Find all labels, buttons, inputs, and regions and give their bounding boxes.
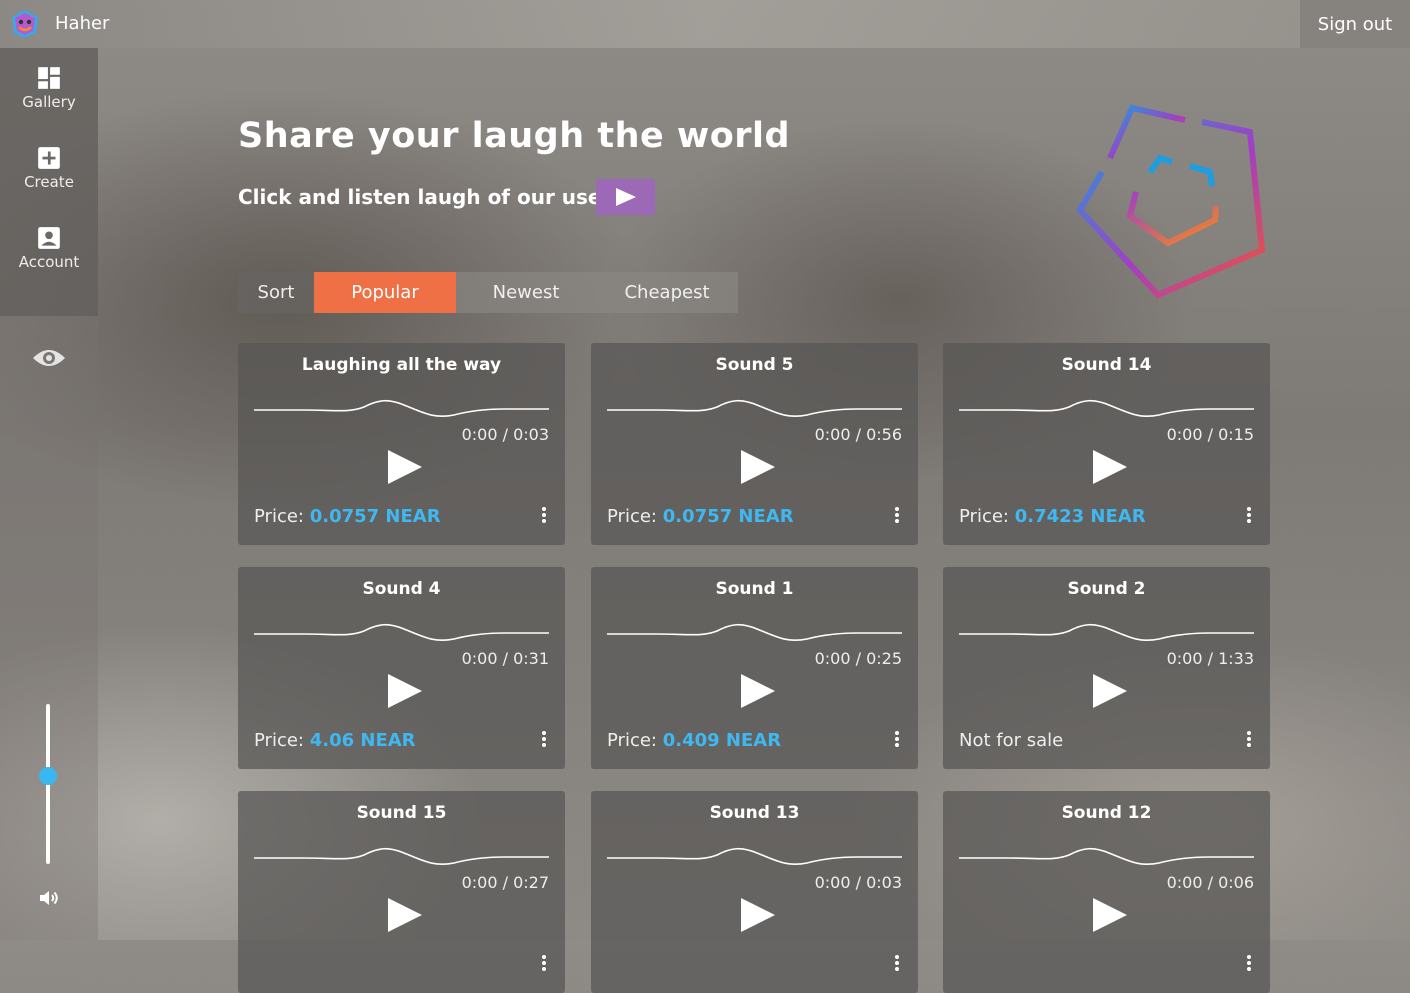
sound-time: 0:00 / 0:31 — [461, 649, 549, 668]
price-label: Price: — [607, 730, 663, 751]
waveform[interactable] — [254, 843, 549, 873]
waveform[interactable] — [959, 619, 1254, 649]
waveform[interactable] — [607, 843, 902, 873]
waveform[interactable] — [254, 619, 549, 649]
play-icon[interactable] — [739, 449, 777, 485]
more-options-icon[interactable] — [890, 955, 904, 975]
sound-card: Sound 1 0:00 / 0:25 Price: 0.409 NEAR — [591, 567, 918, 769]
sort-option-popular[interactable]: Popular — [314, 272, 456, 313]
more-options-icon[interactable] — [537, 731, 551, 751]
sound-price: Not for sale — [959, 730, 1063, 751]
waveform[interactable] — [607, 395, 902, 425]
more-options-icon[interactable] — [1242, 507, 1256, 527]
sound-title: Sound 5 — [715, 355, 794, 375]
sound-time: 0:00 / 0:27 — [461, 873, 549, 892]
sound-title: Sound 13 — [709, 803, 800, 823]
more-options-icon[interactable] — [1242, 731, 1256, 751]
sound-time: 0:00 / 0:25 — [814, 649, 902, 668]
more-options-icon[interactable] — [1242, 955, 1256, 975]
sound-card: Sound 4 0:00 / 0:31 Price: 4.06 NEAR — [238, 567, 565, 769]
sound-card: Sound 15 0:00 / 0:27 — [238, 791, 565, 993]
gallery-icon — [38, 67, 60, 89]
more-options-icon[interactable] — [537, 507, 551, 527]
play-icon[interactable] — [1091, 449, 1129, 485]
app-name: Haher — [55, 13, 110, 34]
eye-icon[interactable] — [32, 345, 66, 371]
play-icon[interactable] — [1091, 897, 1129, 933]
sound-title: Sound 2 — [1067, 579, 1146, 599]
sidebar-item-create[interactable]: Create — [0, 128, 98, 208]
sidebar-item-account[interactable]: Account — [0, 208, 98, 288]
sound-title: Sound 4 — [362, 579, 441, 599]
price-label: Price: — [254, 730, 310, 751]
price-label: Price: — [254, 506, 310, 527]
sound-card: Sound 12 0:00 / 0:06 — [943, 791, 1270, 993]
sound-card: Sound 2 0:00 / 1:33 Not for sale — [943, 567, 1270, 769]
more-options-icon[interactable] — [890, 731, 904, 751]
sound-title: Sound 1 — [715, 579, 794, 599]
play-icon — [616, 188, 636, 206]
play-icon[interactable] — [386, 449, 424, 485]
play-icon[interactable] — [386, 897, 424, 933]
sort-bar: Sort Popular Newest Cheapest — [238, 272, 738, 313]
sound-time: 0:00 / 0:56 — [814, 425, 902, 444]
sidebar: Gallery Create Account — [0, 48, 98, 940]
play-icon[interactable] — [739, 897, 777, 933]
sidebar-item-gallery[interactable]: Gallery — [0, 48, 98, 128]
more-options-icon[interactable] — [890, 507, 904, 527]
volume-icon[interactable] — [37, 886, 61, 910]
random-laugh-play-button[interactable] — [596, 179, 655, 215]
waveform[interactable] — [959, 843, 1254, 873]
sound-time: 0:00 / 0:15 — [1166, 425, 1254, 444]
sidebar-item-label: Create — [24, 173, 74, 191]
sidebar-item-label: Gallery — [22, 93, 76, 111]
play-icon[interactable] — [386, 673, 424, 709]
sound-price: Price: 0.0757 NEAR — [607, 506, 794, 527]
price-value: 0.7423 NEAR — [1014, 506, 1146, 527]
hero-subtitle: Click and listen laugh of our users — [238, 185, 624, 209]
waveform[interactable] — [607, 619, 902, 649]
sound-card: Sound 14 0:00 / 0:15 Price: 0.7423 NEAR — [943, 343, 1270, 545]
plus-icon — [38, 147, 60, 169]
sound-time: 0:00 / 0:06 — [1166, 873, 1254, 892]
app-logo-icon[interactable] — [9, 8, 41, 40]
sound-card: Laughing all the way 0:00 / 0:03 Price: … — [238, 343, 565, 545]
price-label: Price: — [959, 506, 1015, 527]
account-icon — [38, 227, 60, 249]
sound-title: Sound 12 — [1061, 803, 1152, 823]
sound-time: 0:00 / 0:03 — [814, 873, 902, 892]
sound-price: Price: 0.0757 NEAR — [254, 506, 441, 527]
price-label: Price: — [607, 506, 663, 527]
sidebar-nav: Gallery Create Account — [0, 48, 98, 316]
price-value: 0.0757 NEAR — [662, 506, 794, 527]
sound-time: 0:00 / 0:03 — [461, 425, 549, 444]
brand-logo-icon — [1076, 104, 1266, 299]
sound-price: Price: 4.06 NEAR — [254, 730, 416, 751]
play-icon[interactable] — [1091, 673, 1129, 709]
page-title: Share your laugh the world — [238, 116, 791, 156]
sort-option-newest[interactable]: Newest — [456, 272, 596, 313]
price-label: Not for sale — [959, 730, 1064, 751]
sound-title: Laughing all the way — [301, 355, 502, 375]
sidebar-item-label: Account — [18, 253, 80, 271]
sound-title: Sound 14 — [1061, 355, 1152, 375]
sound-title: Sound 15 — [356, 803, 447, 823]
top-bar: Haher Sign out — [0, 0, 1410, 48]
sound-card: Sound 5 0:00 / 0:56 Price: 0.0757 NEAR — [591, 343, 918, 545]
play-icon[interactable] — [739, 673, 777, 709]
sort-label: Sort — [238, 272, 314, 313]
sound-card: Sound 13 0:00 / 0:03 — [591, 791, 918, 993]
sound-time: 0:00 / 1:33 — [1166, 649, 1254, 668]
price-value: 0.0757 NEAR — [309, 506, 441, 527]
sign-out-button[interactable]: Sign out — [1300, 0, 1410, 48]
price-value: 4.06 NEAR — [309, 730, 416, 751]
price-value: 0.409 NEAR — [662, 730, 782, 751]
more-options-icon[interactable] — [537, 955, 551, 975]
sound-price: Price: 0.7423 NEAR — [959, 506, 1146, 527]
sort-option-cheapest[interactable]: Cheapest — [596, 272, 738, 313]
sound-price: Price: 0.409 NEAR — [607, 730, 781, 751]
waveform[interactable] — [959, 395, 1254, 425]
volume-slider-handle[interactable] — [39, 767, 57, 785]
waveform[interactable] — [254, 395, 549, 425]
